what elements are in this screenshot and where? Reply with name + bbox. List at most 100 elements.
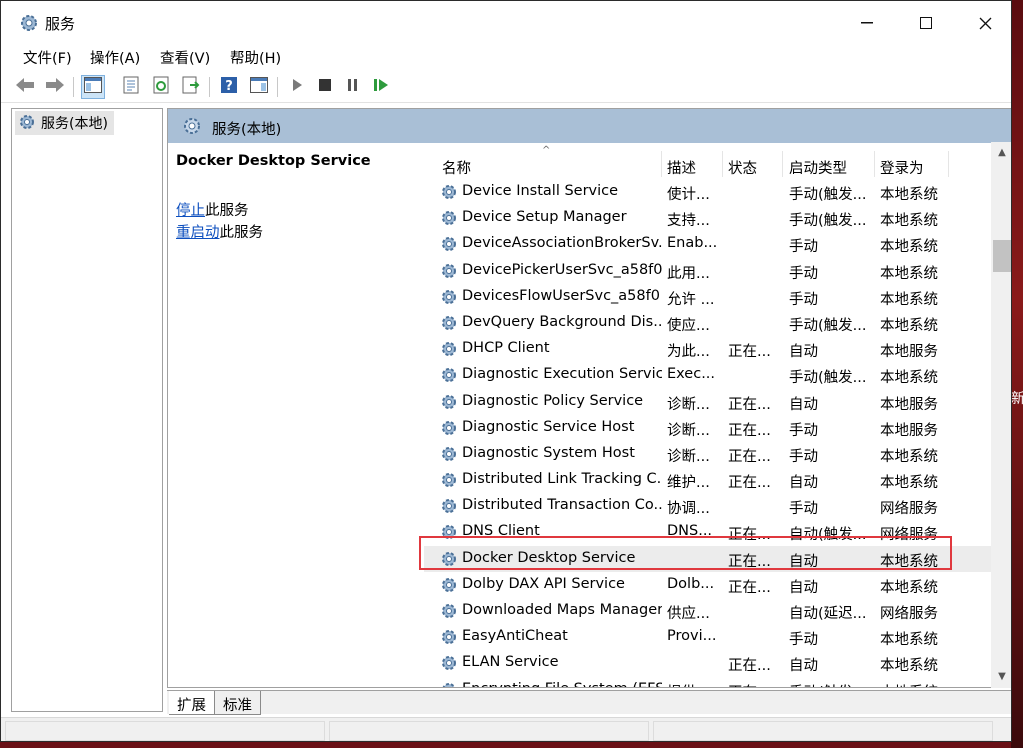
restart-service-button[interactable] bbox=[369, 75, 393, 99]
column-divider[interactable] bbox=[948, 151, 949, 177]
service-status: 正在... bbox=[728, 527, 771, 544]
restart-service-link[interactable]: 重启动 bbox=[176, 225, 220, 241]
scroll-down-arrow-icon[interactable]: ▼ bbox=[991, 666, 1011, 686]
service-startup-type: 自动 bbox=[789, 579, 818, 596]
column-header-startup-type[interactable]: 启动类型 bbox=[789, 157, 847, 178]
table-row[interactable]: DeviceAssociationBrokerSv... Enab... 手动 本地系… bbox=[424, 231, 992, 257]
tab-extended[interactable]: 扩展 bbox=[169, 691, 215, 715]
stop-service-button[interactable] bbox=[313, 75, 337, 99]
start-service-button[interactable] bbox=[285, 75, 309, 99]
scroll-up-arrow-icon[interactable]: ▲ bbox=[991, 142, 1011, 162]
menu-view[interactable]: 查看(V) bbox=[160, 47, 210, 68]
service-description: DNS... bbox=[667, 523, 713, 540]
service-startup-type: 手动(触发... bbox=[789, 317, 867, 334]
table-row[interactable]: Docker Desktop Service 正在... 自动 本地系统 bbox=[424, 545, 992, 572]
column-header-row: ^ 名称 描述 状态 启动类型 登录为 bbox=[424, 143, 992, 177]
service-gear-icon bbox=[440, 314, 458, 336]
column-header-name[interactable]: 名称 bbox=[442, 157, 471, 178]
table-row[interactable]: ELAN Service 正在... 自动 本地系统 bbox=[424, 650, 992, 676]
services-gear-icon bbox=[18, 113, 36, 135]
service-name: EasyAntiCheat bbox=[462, 628, 568, 645]
properties-icon bbox=[122, 76, 140, 98]
pause-service-button[interactable] bbox=[341, 75, 365, 99]
column-header-status[interactable]: 状态 bbox=[728, 157, 757, 178]
column-divider[interactable] bbox=[782, 151, 783, 177]
column-divider[interactable] bbox=[722, 151, 723, 177]
scrollbar-thumb[interactable] bbox=[993, 240, 1011, 272]
service-log-on-as: 本地系统 bbox=[880, 579, 938, 596]
properties-button[interactable] bbox=[119, 75, 143, 99]
table-row[interactable]: Distributed Link Tracking C... 维护... 正在...… bbox=[424, 467, 992, 493]
table-row[interactable]: Encrypting File System (EFS) 提供... 正在... 手动… bbox=[424, 677, 992, 687]
export-list-button[interactable] bbox=[179, 75, 203, 99]
service-gear-icon bbox=[440, 471, 458, 493]
help-button[interactable]: ? bbox=[217, 75, 241, 99]
close-button[interactable] bbox=[956, 1, 1011, 45]
service-log-on-as: 本地系统 bbox=[880, 681, 950, 687]
service-status: 正在... bbox=[728, 658, 771, 675]
service-gear-icon bbox=[440, 654, 458, 676]
service-description: 诊断... bbox=[667, 422, 710, 439]
service-name: Device Install Service bbox=[462, 183, 619, 199]
status-bar bbox=[1, 717, 1011, 741]
show-action-pane-button[interactable] bbox=[247, 75, 271, 99]
column-header-log-on-as[interactable]: 登录为 bbox=[880, 157, 924, 178]
column-header-description[interactable]: 描述 bbox=[667, 157, 696, 178]
table-row[interactable]: Diagnostic Execution Service Exec... 手动(触发… bbox=[424, 362, 992, 388]
sort-ascending-icon: ^ bbox=[542, 145, 551, 156]
table-row[interactable]: DevicePickerUserSvc_a58f0 此用... 手动 本地系统 bbox=[424, 258, 992, 284]
service-name: Distributed Transaction Co... bbox=[462, 497, 662, 514]
service-name: DevQuery Background Dis... bbox=[462, 313, 662, 330]
service-startup-type: 手动(触发... bbox=[789, 213, 867, 230]
menu-help[interactable]: 帮助(H) bbox=[230, 47, 281, 68]
table-row[interactable]: Distributed Transaction Co... 协调... 手动 网络服务 bbox=[424, 493, 992, 519]
service-status: 正在... bbox=[728, 681, 780, 687]
service-startup-type: 自动 bbox=[789, 658, 818, 675]
refresh-button[interactable] bbox=[149, 75, 173, 99]
minimize-button[interactable] bbox=[838, 1, 896, 45]
service-log-on-as: 本地系统 bbox=[880, 632, 938, 649]
services-gear-icon bbox=[19, 13, 39, 33]
column-divider[interactable] bbox=[661, 151, 662, 177]
restart-service-suffix: 此服务 bbox=[219, 225, 264, 241]
menu-action[interactable]: 操作(A) bbox=[90, 47, 140, 68]
stop-service-link[interactable]: 停止 bbox=[176, 203, 205, 219]
table-row[interactable]: Diagnostic Service Host 诊断... 正在... 手动 本地服务 bbox=[424, 415, 992, 441]
column-divider[interactable] bbox=[874, 151, 875, 177]
back-button[interactable] bbox=[13, 75, 37, 99]
svg-text:?: ? bbox=[225, 79, 233, 94]
service-name: DeviceAssociationBrokerSv... bbox=[462, 235, 662, 252]
tree-item-services-local[interactable]: 服务(本地) bbox=[15, 111, 114, 135]
help-icon: ? bbox=[220, 76, 238, 98]
table-row[interactable]: DHCP Client 为此... 正在... 自动 本地服务 bbox=[424, 336, 992, 362]
service-gear-icon bbox=[440, 550, 458, 572]
service-description: 为此... bbox=[667, 344, 710, 361]
service-description: 协调... bbox=[667, 501, 710, 518]
show-console-tree-button[interactable] bbox=[81, 75, 105, 99]
table-row[interactable]: Device Setup Manager 支持... 手动(触发... 本地系统 bbox=[424, 205, 992, 231]
maximize-button[interactable] bbox=[897, 1, 955, 45]
table-row[interactable]: DevicesFlowUserSvc_a58f0 允许 ... 手动 本地系统 bbox=[424, 284, 992, 310]
table-row[interactable]: Dolby DAX API Service Dolb... 正在... 自动 本地系统 bbox=[424, 572, 992, 598]
title-bar[interactable]: 服务 bbox=[1, 1, 1011, 45]
vertical-scrollbar[interactable]: ▲ ▼ bbox=[991, 142, 1011, 688]
services-main-pane: 服务(本地) Docker Desktop Service 停止此服务 重启动此… bbox=[167, 108, 1011, 688]
service-startup-type: 自动(触发... bbox=[789, 527, 867, 544]
table-row[interactable]: Downloaded Maps Manager 供应... 自动(延迟... 网络服务 bbox=[424, 598, 992, 624]
service-name: Downloaded Maps Manager bbox=[462, 602, 662, 618]
table-row[interactable]: Device Install Service 使计... 手动(触发... 本地系统 bbox=[424, 179, 992, 205]
service-status: 正在... bbox=[728, 422, 771, 439]
table-row[interactable]: Diagnostic Policy Service 诊断... 正在... 自动 本地服… bbox=[424, 389, 992, 415]
service-name: Diagnostic Service Host bbox=[462, 418, 635, 435]
table-row[interactable]: DNS Client DNS... 正在... 自动(触发... 网络服务 bbox=[424, 519, 992, 545]
menu-file[interactable]: 文件(F) bbox=[23, 47, 72, 68]
tab-standard[interactable]: 标准 bbox=[215, 691, 261, 715]
table-row[interactable]: EasyAntiCheat Provi... 手动 本地系统 bbox=[424, 624, 992, 650]
table-row[interactable]: Diagnostic System Host 诊断... 正在... 手动 本地系统 bbox=[424, 441, 992, 467]
main-header-band: 服务(本地) bbox=[168, 109, 1011, 143]
table-row[interactable]: DevQuery Background Dis... 使应... 手动(触发... 本… bbox=[424, 310, 992, 336]
service-description: 诊断... bbox=[667, 448, 710, 465]
forward-button[interactable] bbox=[43, 75, 67, 99]
service-gear-icon bbox=[440, 235, 458, 257]
service-description: 允许 ... bbox=[667, 291, 715, 308]
